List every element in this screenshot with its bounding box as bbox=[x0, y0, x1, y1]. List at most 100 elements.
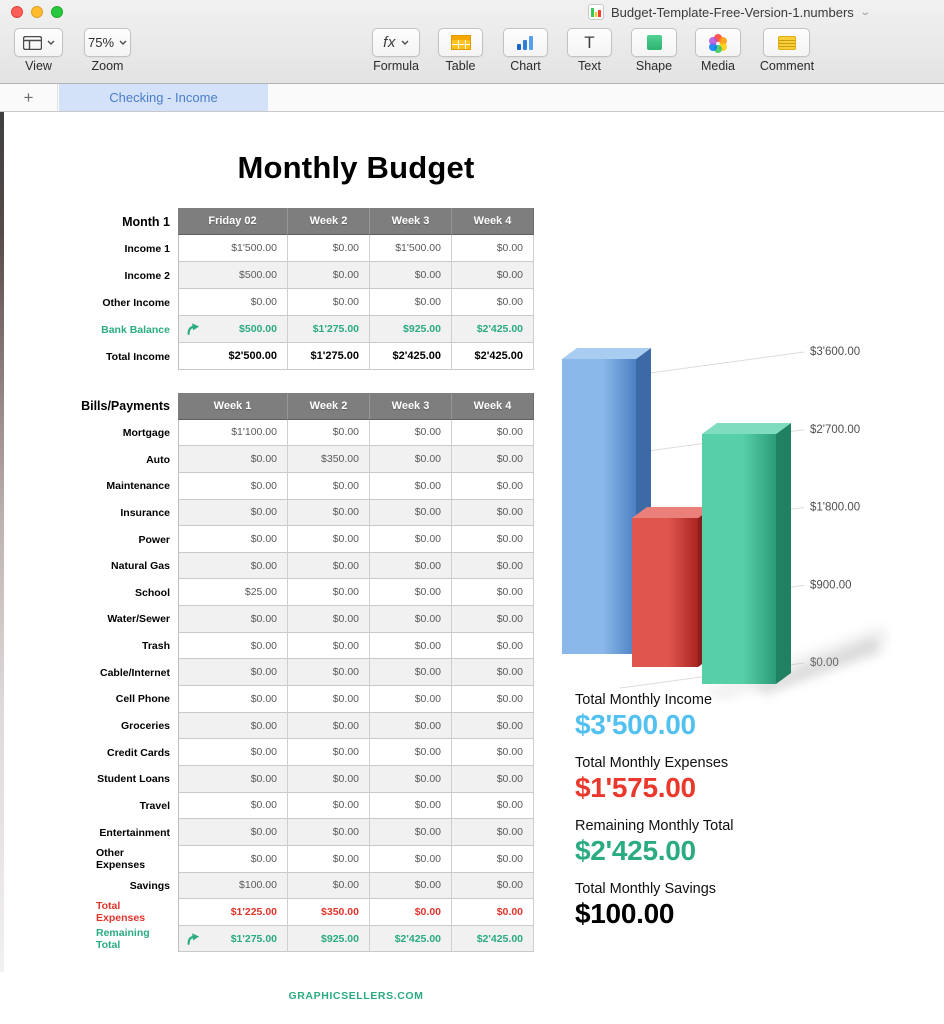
table-corner-label[interactable]: Month 1 bbox=[96, 208, 178, 235]
column-header[interactable]: Week 1 bbox=[178, 393, 288, 420]
column-header[interactable]: Friday 02 bbox=[178, 208, 288, 235]
cell[interactable]: $0.00 bbox=[370, 766, 452, 793]
row-label[interactable]: Entertainment bbox=[96, 819, 178, 846]
row-label[interactable]: Mortgage bbox=[96, 420, 178, 447]
cell[interactable]: $0.00 bbox=[370, 713, 452, 740]
cell[interactable]: $0.00 bbox=[178, 659, 288, 686]
row-label[interactable]: School bbox=[96, 579, 178, 606]
cell[interactable]: $0.00 bbox=[178, 686, 288, 713]
cell[interactable]: $0.00 bbox=[370, 289, 452, 316]
column-header[interactable]: Week 4 bbox=[452, 393, 534, 420]
cell[interactable]: $2'425.00 bbox=[452, 343, 534, 370]
cell[interactable]: $2'500.00 bbox=[178, 343, 288, 370]
fullscreen-button[interactable] bbox=[51, 6, 63, 18]
cell[interactable]: $0.00 bbox=[452, 473, 534, 500]
cell[interactable]: $0.00 bbox=[178, 446, 288, 473]
summary-item[interactable]: Total Monthly Income $3'500.00 bbox=[575, 692, 734, 741]
cell[interactable]: $0.00 bbox=[178, 553, 288, 580]
row-label[interactable]: Travel bbox=[96, 793, 178, 820]
cell[interactable]: $0.00 bbox=[452, 500, 534, 527]
cell[interactable]: $0.00 bbox=[370, 633, 452, 660]
minimize-button[interactable] bbox=[31, 6, 43, 18]
cell[interactable]: $0.00 bbox=[288, 846, 370, 873]
cell[interactable]: $925.00 bbox=[370, 316, 452, 343]
summary-item[interactable]: Total Monthly Expenses $1'575.00 bbox=[575, 755, 734, 804]
row-label[interactable]: Total Expenses bbox=[96, 899, 178, 926]
cell[interactable]: $0.00 bbox=[288, 579, 370, 606]
cell[interactable]: $0.00 bbox=[178, 633, 288, 660]
close-button[interactable] bbox=[11, 6, 23, 18]
cell[interactable]: $0.00 bbox=[288, 739, 370, 766]
cell[interactable]: $1'275.00 bbox=[288, 343, 370, 370]
cell[interactable]: $0.00 bbox=[370, 899, 452, 926]
cell[interactable]: $2'425.00 bbox=[452, 926, 534, 953]
cell[interactable]: $0.00 bbox=[288, 713, 370, 740]
document-title[interactable]: Budget-Template-Free-Version-1.numbers ⌄ bbox=[588, 4, 869, 20]
page-title[interactable]: Monthly Budget bbox=[0, 150, 712, 186]
cell[interactable]: $0.00 bbox=[452, 819, 534, 846]
column-header[interactable]: Week 2 bbox=[288, 208, 370, 235]
cell[interactable]: $0.00 bbox=[288, 289, 370, 316]
cell[interactable]: $500.00 bbox=[178, 262, 288, 289]
cell[interactable]: $0.00 bbox=[178, 819, 288, 846]
cell[interactable]: $0.00 bbox=[288, 553, 370, 580]
row-label[interactable]: Savings bbox=[96, 873, 178, 900]
text-button[interactable]: T bbox=[567, 28, 612, 57]
cell[interactable]: $0.00 bbox=[288, 873, 370, 900]
row-label[interactable]: Other Income bbox=[96, 289, 178, 316]
cell[interactable]: $1'500.00 bbox=[370, 235, 452, 262]
cell[interactable]: $0.00 bbox=[178, 289, 288, 316]
cell[interactable]: $0.00 bbox=[452, 793, 534, 820]
cell[interactable]: $2'425.00 bbox=[370, 343, 452, 370]
cell[interactable]: $0.00 bbox=[370, 473, 452, 500]
column-header[interactable]: Week 2 bbox=[288, 393, 370, 420]
cell[interactable]: $0.00 bbox=[370, 606, 452, 633]
row-label[interactable]: Income 1 bbox=[96, 235, 178, 262]
cell[interactable]: $350.00 bbox=[288, 899, 370, 926]
row-label[interactable]: Other Expenses bbox=[96, 846, 178, 873]
cell[interactable]: $0.00 bbox=[370, 873, 452, 900]
cell[interactable]: $0.00 bbox=[178, 846, 288, 873]
cell[interactable]: $0.00 bbox=[288, 526, 370, 553]
cell[interactable]: $350.00 bbox=[288, 446, 370, 473]
shape-button[interactable] bbox=[631, 28, 677, 57]
cell[interactable]: $0.00 bbox=[452, 873, 534, 900]
cell[interactable]: $500.00 bbox=[178, 316, 288, 343]
cell[interactable]: $1'100.00 bbox=[178, 420, 288, 447]
cell[interactable]: $0.00 bbox=[452, 289, 534, 316]
cell[interactable]: $0.00 bbox=[370, 819, 452, 846]
row-label[interactable]: Trash bbox=[96, 633, 178, 660]
row-label[interactable]: Cable/Internet bbox=[96, 659, 178, 686]
cell[interactable]: $0.00 bbox=[178, 793, 288, 820]
cell[interactable]: $0.00 bbox=[370, 659, 452, 686]
cell[interactable]: $1'275.00 bbox=[288, 316, 370, 343]
cell[interactable]: $0.00 bbox=[288, 793, 370, 820]
row-label[interactable]: Income 2 bbox=[96, 262, 178, 289]
cell[interactable]: $0.00 bbox=[452, 526, 534, 553]
column-header[interactable]: Week 3 bbox=[370, 208, 452, 235]
cell[interactable]: $0.00 bbox=[288, 659, 370, 686]
cell[interactable]: $0.00 bbox=[370, 420, 452, 447]
cell[interactable]: $0.00 bbox=[178, 500, 288, 527]
cell[interactable]: $0.00 bbox=[288, 500, 370, 527]
footer-credit[interactable]: GRAPHICSELLERS.COM bbox=[0, 990, 712, 1002]
row-label[interactable]: Auto bbox=[96, 446, 178, 473]
media-button[interactable] bbox=[695, 28, 741, 57]
cell[interactable]: $0.00 bbox=[370, 446, 452, 473]
cell[interactable]: $0.00 bbox=[288, 686, 370, 713]
row-label[interactable]: Credit Cards bbox=[96, 739, 178, 766]
tab-checking-income[interactable]: Checking - Income bbox=[59, 84, 268, 111]
cell[interactable]: $0.00 bbox=[452, 553, 534, 580]
cell[interactable]: $0.00 bbox=[452, 262, 534, 289]
cell[interactable]: $1'225.00 bbox=[178, 899, 288, 926]
cell[interactable]: $0.00 bbox=[370, 262, 452, 289]
cell[interactable]: $1'500.00 bbox=[178, 235, 288, 262]
cell[interactable]: $0.00 bbox=[288, 606, 370, 633]
cell[interactable]: $0.00 bbox=[452, 579, 534, 606]
cell[interactable]: $0.00 bbox=[452, 446, 534, 473]
cell[interactable]: $0.00 bbox=[178, 473, 288, 500]
cell[interactable]: $0.00 bbox=[288, 633, 370, 660]
zoom-dropdown[interactable]: 75% bbox=[84, 28, 131, 57]
column-header[interactable]: Week 3 bbox=[370, 393, 452, 420]
bar-total-monthly-expenses[interactable] bbox=[632, 507, 713, 667]
